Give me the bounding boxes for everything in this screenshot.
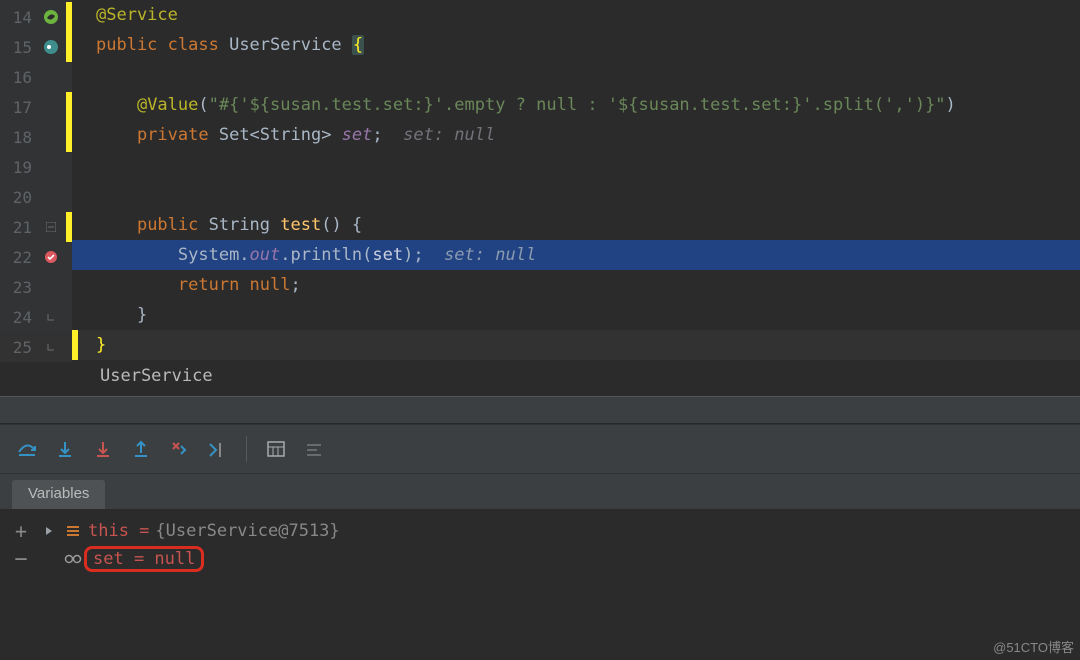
highlighted-variable: set = null — [84, 546, 204, 572]
current-execution-line: System.out.println(set); set: null — [72, 240, 1080, 270]
line-number: 16 — [0, 68, 36, 87]
line-number: 17 — [0, 98, 36, 117]
bean-icon — [36, 39, 66, 55]
line-number: 18 — [0, 128, 36, 147]
variable-value: {UserService@7513} — [155, 521, 339, 541]
line-number: 22 — [0, 248, 36, 267]
line-number: 19 — [0, 158, 36, 177]
code-area[interactable]: @Service public class UserService { @Val… — [72, 0, 1080, 360]
remove-watch-icon[interactable]: − — [8, 547, 34, 572]
variables-panel: + this = {UserService@7513} − set = null — [0, 509, 1080, 573]
fold-end-icon[interactable] — [36, 312, 66, 322]
breadcrumb[interactable]: UserService — [0, 360, 1080, 396]
tab-variables[interactable]: Variables — [12, 480, 105, 509]
debug-toolbar — [0, 424, 1080, 474]
line-number: 25 — [0, 338, 36, 357]
step-over-icon[interactable] — [10, 432, 44, 466]
spring-leaf-icon — [36, 9, 66, 25]
inline-hint: set: null — [424, 245, 537, 265]
line-number: 14 — [0, 8, 36, 27]
object-icon — [64, 525, 82, 537]
fold-end-icon[interactable] — [36, 342, 66, 352]
line-number: 21 — [0, 218, 36, 237]
add-watch-icon[interactable]: + — [8, 519, 34, 543]
line-number: 24 — [0, 308, 36, 327]
inline-hint: set: null — [383, 125, 496, 145]
line-number: 15 — [0, 38, 36, 57]
variable-row-this[interactable]: + this = {UserService@7513} — [0, 517, 1080, 545]
fold-minus-icon[interactable] — [36, 222, 66, 232]
watermark: @51CTO博客 — [993, 637, 1074, 656]
variable-name: this = — [88, 521, 149, 541]
step-out-icon[interactable] — [124, 432, 158, 466]
run-to-cursor-icon[interactable] — [200, 432, 234, 466]
annotation: @Service — [96, 5, 178, 25]
evaluate-expression-icon[interactable] — [259, 432, 293, 466]
gutter: 14 15 16 17 18 19 20 21 22 23 24 25 — [0, 0, 72, 360]
line-number: 23 — [0, 278, 36, 297]
trace-icon[interactable] — [297, 432, 331, 466]
drop-frame-icon[interactable] — [162, 432, 196, 466]
code-editor[interactable]: 14 15 16 17 18 19 20 21 22 23 24 25 @Ser… — [0, 0, 1080, 360]
line-number: 20 — [0, 188, 36, 207]
force-step-into-icon[interactable] — [86, 432, 120, 466]
breakpoint-icon[interactable] — [36, 250, 66, 264]
variable-text: set = null — [93, 549, 195, 569]
variables-tabbar: Variables — [0, 474, 1080, 509]
variable-row-set[interactable]: − set = null — [0, 545, 1080, 573]
step-into-icon[interactable] — [48, 432, 82, 466]
glasses-icon — [64, 554, 82, 564]
expand-arrow-icon[interactable] — [40, 526, 58, 536]
